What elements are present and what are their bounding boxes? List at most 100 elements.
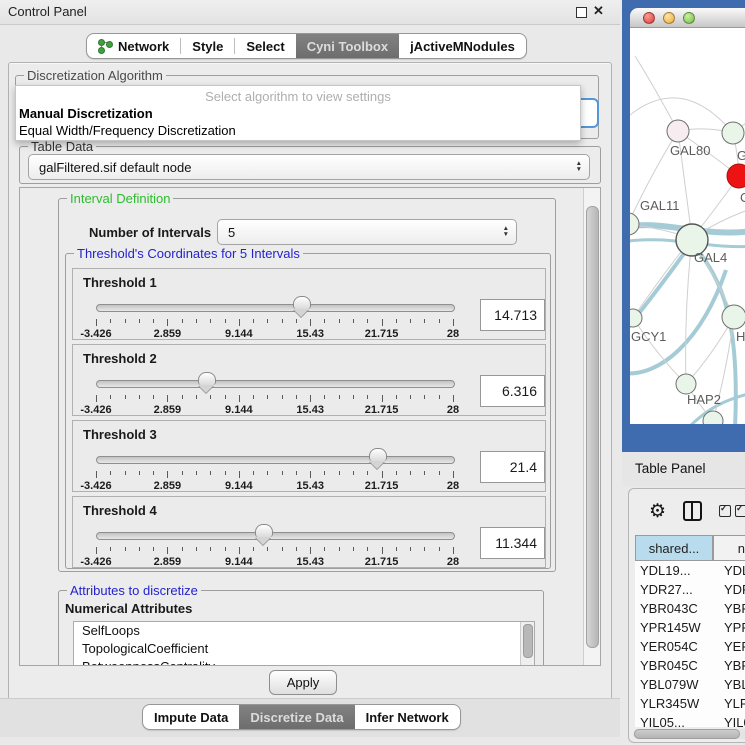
slider-handle[interactable] [198, 372, 216, 385]
tab-select[interactable]: Select [235, 34, 295, 58]
table-row[interactable]: YPR145WYPR1 [635, 618, 745, 637]
tab-cyni-toolbox[interactable]: Cyni Toolbox [296, 34, 399, 58]
cell-shared-name[interactable]: YER054C [635, 637, 713, 656]
slider-tick-labels: -3.4262.8599.14415.4321.71528 [96, 480, 453, 492]
split-pane-icon[interactable] [683, 501, 702, 521]
cell-name[interactable]: YDL1 [713, 561, 745, 580]
checkbox-icon[interactable] [719, 505, 731, 517]
tab-infer-network[interactable]: Infer Network [355, 705, 460, 729]
cell-shared-name[interactable]: YDR27... [635, 580, 713, 599]
network-window-titlebar[interactable] [630, 8, 745, 28]
tab-network[interactable]: Network [87, 34, 180, 58]
threshold-3-slider[interactable]: -3.4262.8599.14415.4321.71528 [96, 447, 453, 489]
threshold-4-value-field[interactable]: 11.344 [480, 527, 545, 559]
table-header-row: shared... na [635, 535, 745, 561]
tick-mark [139, 395, 140, 399]
algorithm-option-manual[interactable]: Manual Discretization [19, 106, 153, 121]
close-traffic-light-icon[interactable] [643, 12, 655, 24]
scrollbar-thumb[interactable] [523, 624, 533, 658]
close-icon[interactable]: ✕ [593, 3, 604, 19]
table-row[interactable]: YIL05...YIL0 [635, 713, 745, 727]
network-canvas[interactable]: GAL80 G C GAL11 GAL4 GCY1 H HAP2 [630, 28, 745, 424]
column-header-shared[interactable]: shared... [635, 535, 713, 561]
tick-mark [324, 319, 325, 323]
scrollbar-thumb[interactable] [634, 729, 740, 739]
attributes-list-scrollbar[interactable] [520, 622, 534, 666]
tick-label: -3.426 [64, 404, 128, 416]
table-data-title: Table Data [28, 139, 96, 154]
tick-mark [439, 471, 440, 475]
cell-name[interactable]: YLR3 [713, 694, 745, 713]
table-row[interactable]: YDL19...YDL1 [635, 561, 745, 580]
slider-handle[interactable] [255, 524, 273, 537]
table-row[interactable]: YBR043CYBR0 [635, 599, 745, 618]
cell-shared-name[interactable]: YLR345W [635, 694, 713, 713]
threshold-1-value-field[interactable]: 14.713 [480, 299, 545, 331]
slider-handle[interactable] [293, 296, 311, 309]
tick-mark [167, 395, 168, 402]
tick-mark [282, 395, 283, 399]
tick-label: 28 [421, 556, 485, 568]
tick-mark [367, 471, 368, 475]
threshold-2-slider[interactable]: -3.4262.8599.14415.4321.71528 [96, 371, 453, 413]
zoom-traffic-light-icon[interactable] [683, 12, 695, 24]
tick-label: 2.859 [135, 480, 199, 492]
column-header-name[interactable]: na [713, 535, 745, 561]
cell-shared-name[interactable]: YBR045C [635, 656, 713, 675]
threshold-3-box: Threshold 3 -3.4262.8599.14415.4321.7152… [72, 420, 546, 492]
threshold-4-slider[interactable]: -3.4262.8599.14415.4321.71528 [96, 523, 453, 565]
cell-name[interactable]: YBR0 [713, 656, 745, 675]
tick-mark [424, 395, 425, 399]
tick-mark [153, 471, 154, 475]
number-of-intervals-combobox[interactable]: 5 ▲▼ [217, 219, 517, 245]
cell-name[interactable]: YIL0 [713, 713, 745, 727]
float-window-icon[interactable] [576, 7, 587, 18]
table-row[interactable]: YBL079WYBL0 [635, 675, 745, 694]
scrollbar-thumb[interactable] [586, 206, 599, 648]
checkbox-filter-icons[interactable] [719, 505, 745, 517]
table-row[interactable]: YLR345WYLR3 [635, 694, 745, 713]
tab-discretize-data[interactable]: Discretize Data [239, 705, 354, 729]
table-horizontal-scrollbar[interactable] [633, 729, 745, 739]
cell-name[interactable]: YPR1 [713, 618, 745, 637]
minimize-traffic-light-icon[interactable] [663, 12, 675, 24]
tab-style-label: Style [192, 39, 223, 54]
tick-mark [267, 471, 268, 475]
cell-name[interactable]: YBL0 [713, 675, 745, 694]
tab-impute-data[interactable]: Impute Data [143, 705, 239, 729]
threshold-2-value-field[interactable]: 6.316 [480, 375, 545, 407]
tick-mark [296, 319, 297, 323]
tab-jactivemnodules[interactable]: jActiveMNodules [399, 34, 526, 58]
tick-label: 21.715 [350, 404, 414, 416]
cell-shared-name[interactable]: YPR145W [635, 618, 713, 637]
attribute-list-item[interactable]: TopologicalCoefficient [74, 640, 534, 658]
cell-name[interactable]: YBR0 [713, 599, 745, 618]
algorithm-option-equal-width[interactable]: Equal Width/Frequency Discretization [19, 123, 236, 138]
tick-mark [424, 547, 425, 551]
cell-shared-name[interactable]: YBR043C [635, 599, 713, 618]
apply-button[interactable]: Apply [269, 670, 337, 695]
numerical-attributes-list[interactable]: SelfLoopsTopologicalCoefficientBetweenne… [73, 621, 535, 666]
slider-handle[interactable] [369, 448, 387, 461]
tick-mark [410, 547, 411, 551]
cell-shared-name[interactable]: YDL19... [635, 561, 713, 580]
gear-icon[interactable]: ⚙ [649, 502, 666, 521]
table-row[interactable]: YBR045CYBR0 [635, 656, 745, 675]
checkbox-icon[interactable] [735, 505, 745, 517]
cell-name[interactable]: YDR2 [713, 580, 745, 599]
threshold-3-value-field[interactable]: 21.4 [480, 451, 545, 483]
table-row[interactable]: YER054CYER0 [635, 637, 745, 656]
table-data-combobox[interactable]: galFiltered.sif default node ▲▼ [28, 154, 590, 180]
table-row[interactable]: YDR27...YDR2 [635, 580, 745, 599]
attribute-list-item[interactable]: BetweennessCentrality [74, 658, 534, 666]
cell-shared-name[interactable]: YIL05... [635, 713, 713, 727]
panel-vertical-scrollbar[interactable] [583, 188, 600, 665]
tick-mark [267, 319, 268, 323]
slider-ticks [96, 319, 453, 327]
tick-mark [296, 547, 297, 551]
tab-style[interactable]: Style [181, 34, 234, 58]
attribute-list-item[interactable]: SelfLoops [74, 622, 534, 640]
cell-name[interactable]: YER0 [713, 637, 745, 656]
threshold-1-slider[interactable]: -3.4262.8599.14415.4321.71528 [96, 295, 453, 337]
cell-shared-name[interactable]: YBL079W [635, 675, 713, 694]
